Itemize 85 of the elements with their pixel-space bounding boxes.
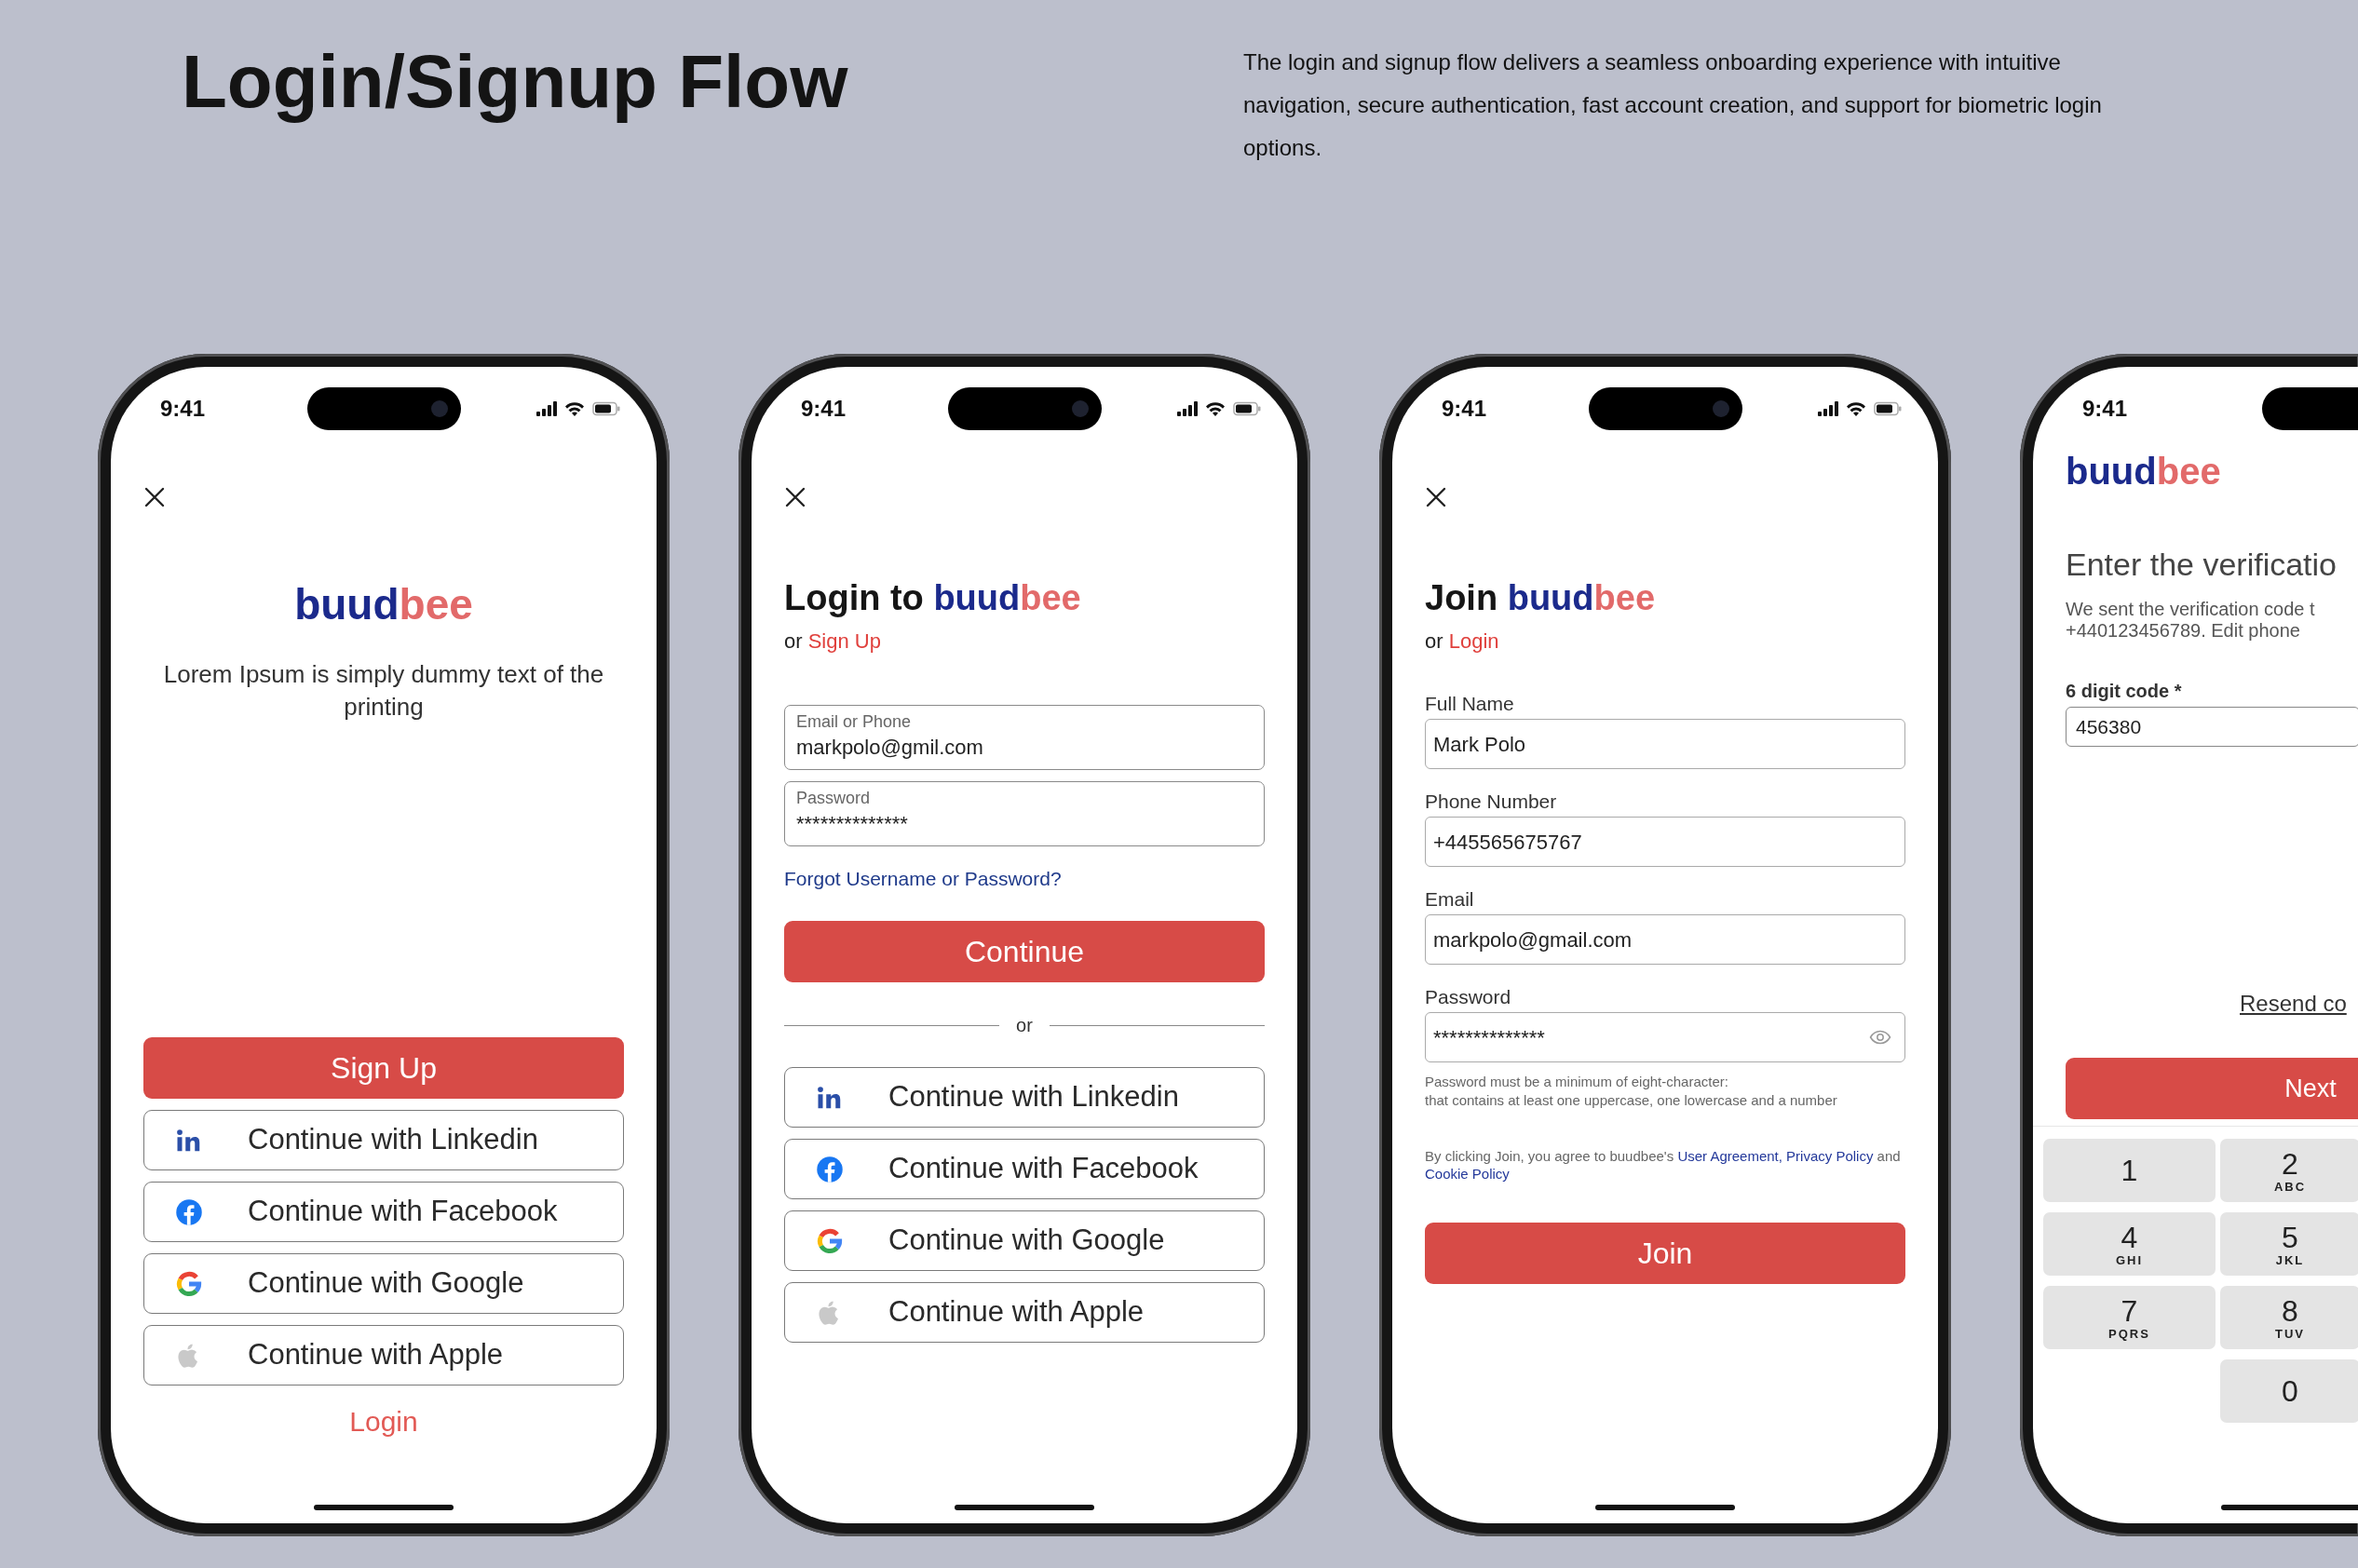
primary-button[interactable]: Next [2066,1058,2358,1119]
close-icon[interactable] [1425,486,1447,508]
forgot-password-link[interactable]: Forgot Username or Password? [784,867,1062,891]
keypad-key[interactable]: 7 PQRS [2043,1286,2216,1349]
field-value: ************** [1433,1024,1546,1051]
keypad-key[interactable]: 8 TUV [2220,1286,2358,1349]
keypad-key[interactable]: 0 [2220,1359,2358,1423]
message-text: +440123456789. Edit phone [2066,620,2301,642]
page-title: Login/Signup Flow [182,39,849,125]
primary-button[interactable]: Continue [784,921,1265,982]
camera-lens [1072,400,1089,417]
status-time: 9:41 [1442,395,1487,423]
field-value: Mark Polo [1433,731,1527,758]
field-label: Email [1425,887,1475,912]
signal-icon [1177,401,1198,416]
field-label: Email or Phone [796,711,913,732]
keypad-key[interactable]: 2 ABC [2220,1139,2358,1202]
input-field[interactable]: +445565675767 [1425,817,1905,867]
field-value: +445565675767 [1433,829,1583,856]
field-value: markpolo@gmail.com [1433,926,1633,953]
field-value: markpolo@gmil.com [796,735,984,761]
screen-heading: Login to buudbee [784,577,1082,619]
battery-icon [1233,401,1261,416]
divider-text: or [1016,1014,1033,1037]
field-label: Phone Number [1425,790,1558,814]
field-label: Password [1425,985,1512,1009]
signal-icon [1818,401,1838,416]
keypad-key[interactable]: 5 JKL [2220,1212,2358,1276]
screen-heading: Enter the verificatio [2066,547,2338,582]
message-text: We sent the verification code t [2066,599,2316,620]
policy-link[interactable]: Cookie Policy [1425,1166,1510,1182]
login-link[interactable]: Login [349,1404,418,1440]
social-login-button[interactable]: Continue with Linkedin [784,1067,1265,1128]
wifi-icon [1846,401,1866,416]
description-text: The login and signup flow delivers a seamless onboarding experience with intuitive navigation, secure authentication, fast account creation, and support for biometric login options. [1243,48,2103,162]
input-field[interactable]: ************** [1425,1012,1905,1062]
primary-button[interactable]: Join [1425,1223,1905,1284]
input-field[interactable]: markpolo@gmail.com [1425,914,1905,965]
facebook-icon [175,1197,203,1226]
close-icon[interactable] [143,486,166,508]
social-login-button[interactable]: Continue with Google [784,1210,1265,1271]
eye-icon[interactable] [1869,1030,1891,1045]
status-time: 9:41 [160,395,206,423]
social-login-button[interactable]: Continue with Google [143,1253,624,1314]
battery-icon [1874,401,1902,416]
signal-icon [536,401,557,416]
input-field[interactable]: Mark Polo [1425,719,1905,769]
wifi-icon [564,401,585,416]
keypad-key[interactable]: 4 GHI [2043,1212,2216,1276]
facebook-icon [816,1155,844,1183]
resend-link[interactable]: Resend co [2240,990,2358,1018]
password-hint: Password must be a minimum of eight-character: that contains at least one uppercase, one lowercase and a number [1425,1073,1838,1110]
tagline-text: Lorem Ipsum is simply dummy text of the printing [162,659,605,723]
status-time: 9:41 [2082,395,2128,423]
field-label: 6 digit code * [2066,680,2183,702]
switch-link[interactable]: Login [1448,629,1499,653]
field-value: ************** [796,811,909,837]
camera-lens [1713,400,1729,417]
social-login-button[interactable]: Continue with Facebook [784,1139,1265,1199]
field-label: Password [796,788,872,808]
google-icon [175,1269,203,1298]
camera-lens [431,400,448,417]
brand-logo: buudbee [294,579,473,630]
input-field[interactable]: Email or Phone markpolo@gmil.com [784,705,1265,770]
status-time: 9:41 [801,395,847,423]
keypad-key[interactable]: 1 [2043,1139,2216,1202]
wifi-icon [1205,401,1226,416]
social-login-button[interactable]: Continue with Apple [143,1325,624,1386]
battery-icon [592,401,620,416]
brand-logo: buudbee [2066,450,2221,493]
field-value: 456380 [2076,714,2143,739]
social-login-button[interactable]: Continue with Facebook [143,1182,624,1242]
google-icon [816,1226,844,1255]
social-login-button[interactable]: Continue with Apple [784,1282,1265,1343]
input-field[interactable]: Password ************** [784,781,1265,846]
social-login-button[interactable]: Continue with Linkedin [143,1110,624,1170]
close-icon[interactable] [784,486,806,508]
primary-button[interactable]: Sign Up [143,1037,624,1099]
switch-text: or Login [1425,629,1500,655]
switch-link[interactable]: Sign Up [807,629,881,653]
screen-heading: Join buudbee [1425,577,1657,619]
field-label: Full Name [1425,692,1515,716]
switch-text: or Sign Up [784,629,882,655]
policy-link[interactable]: User Agreement, Privacy Policy [1677,1148,1874,1164]
consent-text: By clicking Join, you agree to buudbee's User Agreement, Privacy Policy and Cookie Policy [1425,1147,1902,1183]
